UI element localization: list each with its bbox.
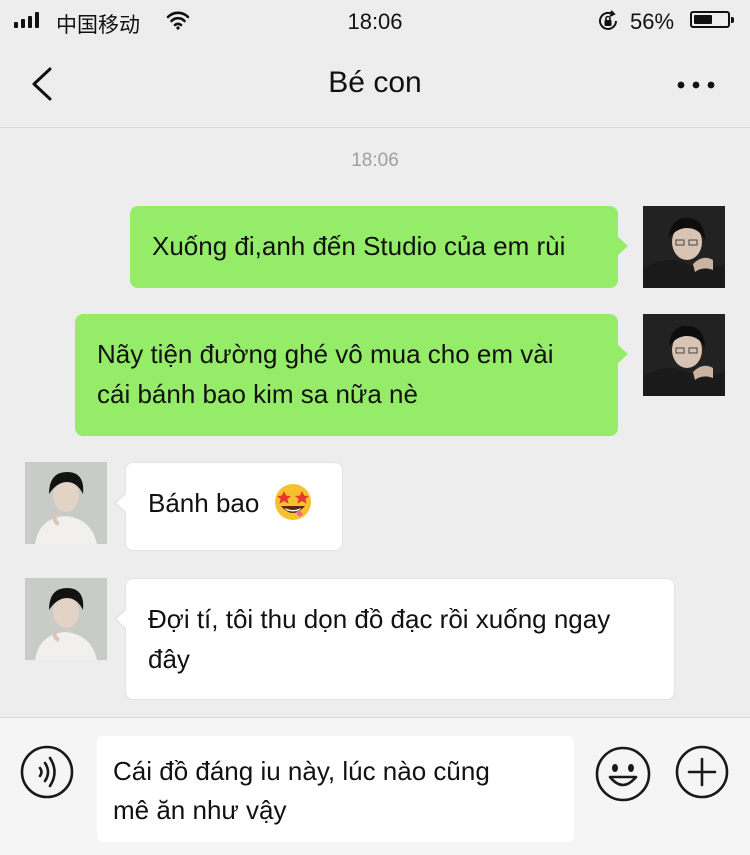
plus-circle-icon[interactable]	[675, 745, 729, 799]
message-input-line: mê ăn như vậy	[113, 795, 287, 825]
input-bar: Cái đồ đáng iu này, lúc nào cũng mê ăn n…	[0, 717, 750, 855]
message-input[interactable]: Cái đồ đáng iu này, lúc nào cũng mê ăn n…	[97, 736, 574, 842]
message-text: Bánh bao	[148, 488, 260, 518]
battery-fill	[694, 15, 712, 24]
chat-messages[interactable]: 18:06 Xuống đi,anh đến Studio của em rùi…	[0, 128, 750, 717]
contact-avatar[interactable]	[25, 578, 107, 660]
smiley-icon[interactable]	[594, 745, 652, 803]
received-message-bubble[interactable]: Đợi tí, tôi thu dọn đồ đạc rồi xuống nga…	[114, 578, 675, 700]
battery-percent: 56%	[630, 9, 675, 34]
message-text-line: cái bánh bao kim sa nữa nè	[97, 379, 418, 409]
page-title: Bé con	[328, 66, 422, 99]
battery-icon	[690, 11, 734, 28]
message-text: Xuống đi,anh đến Studio của em rùi	[152, 231, 566, 261]
my-avatar[interactable]	[643, 314, 725, 396]
message-text-line: Nãy tiện đường ghé vô mua cho em vài	[97, 339, 554, 369]
sent-message-bubble[interactable]: Nãy tiện đường ghé vô mua cho em vài cái…	[75, 314, 628, 436]
nav-bar: Bé con	[0, 42, 750, 128]
received-message-bubble[interactable]: Bánh bao	[114, 462, 343, 551]
contact-avatar[interactable]	[25, 462, 107, 544]
message-text-line: Đợi tí, tôi thu dọn đồ đạc rồi xuống nga…	[148, 604, 611, 634]
my-avatar[interactable]	[643, 206, 725, 288]
message-timestamp: 18:06	[351, 150, 399, 171]
rotation-lock-icon	[599, 10, 617, 30]
star-struck-emoji-icon	[274, 484, 311, 521]
more-dots-icon[interactable]	[676, 78, 716, 92]
voice-icon[interactable]	[20, 745, 74, 799]
sent-message-bubble[interactable]: Xuống đi,anh đến Studio của em rùi	[130, 206, 628, 288]
message-input-line: Cái đồ đáng iu này, lúc nào cũng	[113, 756, 490, 786]
message-text-line: đây	[148, 644, 190, 674]
status-bar: 中国移动 18:06 56%	[0, 0, 750, 42]
